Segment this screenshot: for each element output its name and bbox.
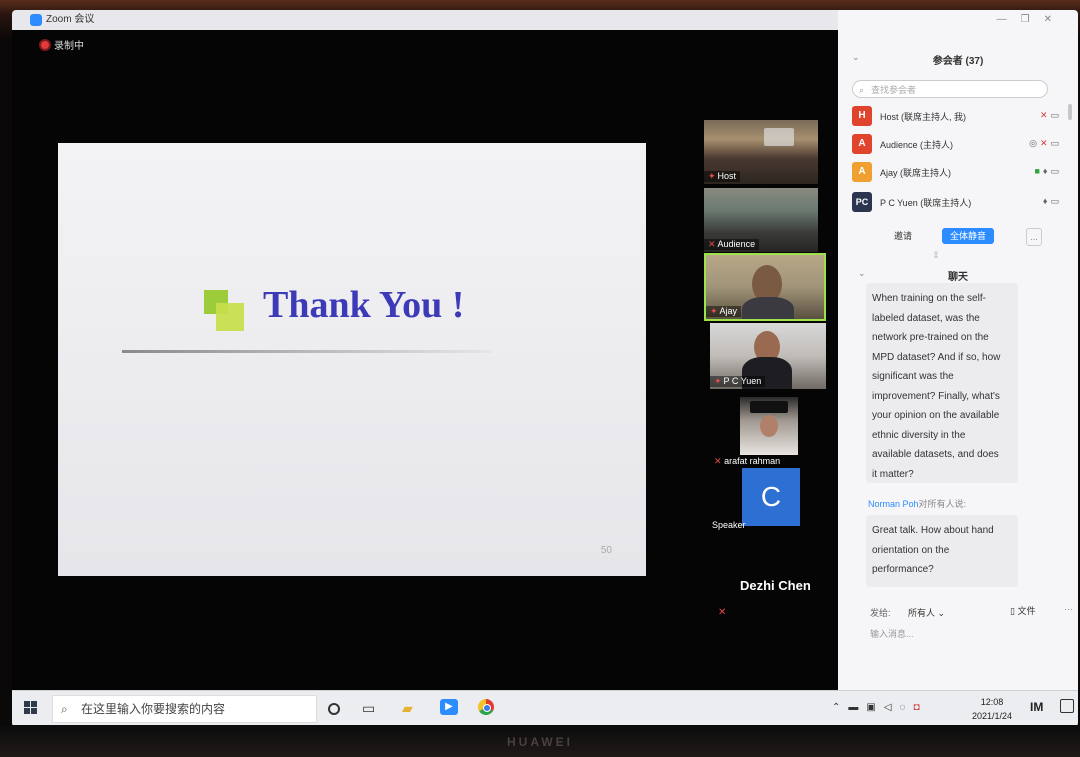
- zoom-taskbar-icon[interactable]: ▶: [440, 699, 458, 715]
- send-to-dropdown[interactable]: 所有人 ⌄: [908, 606, 945, 619]
- video-tile-name: ✕ Audience: [704, 239, 760, 250]
- chevron-up-icon: ⌃: [832, 702, 849, 713]
- muted-mic-icon: ✕: [1039, 110, 1051, 120]
- video-off-icon: ▭: [1050, 110, 1062, 120]
- chat-input[interactable]: 输入消息...: [870, 627, 914, 640]
- video-tile-name: ✦ Host: [704, 171, 741, 182]
- participant-name: Host (联席主持人, 我): [880, 112, 967, 122]
- network-icon: ▣: [866, 702, 884, 713]
- video-tile-name: ✕ arafat rahman: [714, 456, 781, 466]
- video-tile-arafat-rahman[interactable]: [740, 397, 798, 455]
- screen-share-icon: ■: [1034, 166, 1043, 176]
- video-tile-host[interactable]: ✦ Host: [704, 120, 818, 184]
- video-icon: ▭: [1050, 166, 1062, 176]
- slide-rule: [122, 350, 492, 353]
- taskbar-search-input[interactable]: ⌕ 在这里输入你要搜索的内容: [52, 695, 317, 723]
- screen: Zoom 会议 录制中 Thank You ! 50 ✦ Host ✕ Audien…: [12, 10, 1078, 727]
- more-button[interactable]: ...: [1026, 228, 1042, 246]
- window-title-bar: Zoom 会议: [12, 10, 838, 30]
- participant-name: Ajay (联席主持人): [880, 168, 952, 178]
- system-tray[interactable]: ⌃▬▣◁◌◘: [832, 702, 928, 713]
- chrome-icon[interactable]: [478, 699, 494, 715]
- participant-status-icons[interactable]: ■♦▭: [1034, 166, 1062, 177]
- video-icon: ▭: [1050, 196, 1062, 206]
- recording-label: 录制中: [54, 41, 84, 52]
- muted-mic-icon: ✕: [1039, 138, 1051, 148]
- participant-row[interactable]: PC P C Yuen (联席主持人) ♦▭: [852, 192, 1062, 214]
- volume-icon: ◁: [883, 702, 900, 713]
- screen-share-icon: ◎: [1029, 138, 1040, 148]
- chat-message: When training on the self- labeled datas…: [866, 283, 1018, 483]
- zoom-app-icon: [30, 14, 42, 26]
- slide-heading: Thank You !: [263, 284, 465, 326]
- slide-page-number: 50: [600, 545, 612, 556]
- windows-start-icon[interactable]: [24, 701, 38, 715]
- cortana-icon[interactable]: [328, 703, 340, 715]
- scrollbar[interactable]: [1068, 104, 1072, 120]
- video-tile-name: ✦ Ajay: [706, 306, 742, 317]
- taskbar-clock[interactable]: 12:08 2021/1/24: [962, 695, 1022, 723]
- side-panel: —❐✕ ⌄ 参会者 (37) ⌕ 查找参会者 H Host (联席主持人, 我)…: [838, 10, 1078, 690]
- participant-row[interactable]: A Ajay (联席主持人) ■♦▭: [852, 162, 1062, 184]
- participant-name: Audience (主持人): [880, 140, 954, 150]
- wifi-icon: ◌: [899, 702, 914, 713]
- chat-message: Great talk. How about hand orientation o…: [866, 515, 1018, 587]
- participant-name: P C Yuen (联席主持人): [880, 198, 972, 208]
- search-icon: ⌕: [61, 702, 68, 716]
- video-tile-ajay[interactable]: ✦ Ajay: [704, 253, 826, 321]
- video-tile-speaker[interactable]: C Speaker: [712, 468, 812, 538]
- chat-sender: Norman Poh对所有人说:: [868, 499, 967, 509]
- resize-handle-icon[interactable]: ⇕: [932, 250, 940, 261]
- video-tile-pc-yuen[interactable]: ✦ P C Yuen: [710, 323, 826, 389]
- muted-mic-icon: ✕: [708, 239, 716, 249]
- invite-button[interactable]: 邀请: [886, 228, 920, 244]
- chat-title: 聊天: [948, 272, 968, 283]
- slide-decoration-square: [216, 303, 244, 331]
- video-tile-audience[interactable]: ✕ Audience: [704, 188, 818, 252]
- window-controls[interactable]: —❐✕: [997, 14, 1066, 25]
- antivirus-icon: ◘: [913, 702, 928, 713]
- file-icon: ▯: [1010, 606, 1015, 616]
- participant-row[interactable]: H Host (联席主持人, 我) ✕▭: [852, 106, 1062, 128]
- recording-icon: [39, 39, 51, 51]
- participants-title: 参会者 (37): [932, 56, 984, 67]
- shared-slide: Thank You ! 50: [58, 143, 646, 576]
- more-icon[interactable]: ···: [1064, 604, 1073, 614]
- participant-status-icons[interactable]: ♦▭: [1043, 196, 1062, 207]
- active-speaker-name: Dezhi Chen: [740, 578, 811, 593]
- taskbar: ⌕ 在这里输入你要搜索的内容 ▭ ▰ ▶ ⌃▬▣◁◌◘ 12:08 2021/1…: [12, 690, 1078, 727]
- battery-icon: ▬: [848, 702, 867, 713]
- speaker-label: Speaker: [712, 520, 746, 530]
- meeting-stage: 录制中 Thank You ! 50 ✦ Host ✕ Audience ✦ Ajay…: [12, 30, 838, 690]
- muted-mic-icon: ✕: [714, 456, 722, 466]
- muted-mic-icon: ✕: [718, 607, 727, 618]
- participant-search-input[interactable]: ⌕ 查找参会者: [852, 80, 1048, 98]
- search-icon: ⌕: [859, 85, 865, 95]
- participant-status-icons[interactable]: ◎✕▭: [1029, 138, 1062, 149]
- chevron-down-icon: ⌄: [937, 608, 946, 618]
- speaker-avatar: C: [742, 468, 800, 526]
- window-title: Zoom 会议: [46, 14, 95, 25]
- participant-status-icons[interactable]: ✕▭: [1040, 110, 1062, 121]
- monitor-brand: HUAWEI: [507, 735, 573, 749]
- pin-icon: ✦: [714, 376, 722, 386]
- send-to-label: 发给:: [870, 608, 891, 618]
- avatar: PC: [852, 192, 872, 212]
- video-tile-name: ✦ P C Yuen: [710, 376, 766, 387]
- avatar: A: [852, 134, 872, 154]
- pin-icon: ✦: [708, 171, 716, 181]
- task-view-icon[interactable]: ▭: [362, 700, 375, 717]
- participant-row[interactable]: A Audience (主持人) ◎✕▭: [852, 134, 1062, 156]
- file-explorer-icon[interactable]: ▰: [402, 700, 413, 717]
- notification-icon[interactable]: [1060, 699, 1074, 713]
- video-off-icon: ▭: [1050, 138, 1062, 148]
- file-button[interactable]: ▯ 文件: [1010, 604, 1035, 617]
- pin-icon: ✦: [710, 306, 718, 316]
- input-method-icon[interactable]: IM: [1030, 700, 1043, 714]
- mute-all-button[interactable]: 全体静音: [942, 228, 995, 244]
- avatar: H: [852, 106, 872, 126]
- avatar: A: [852, 162, 872, 182]
